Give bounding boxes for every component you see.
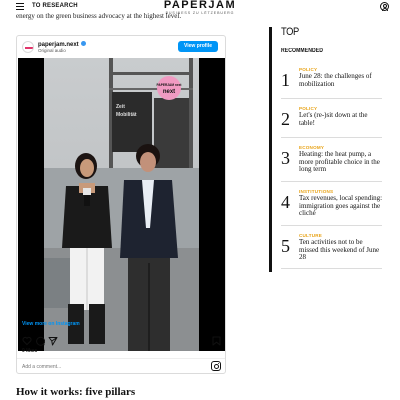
- recommended-item[interactable]: 2 POLICY Let's (re-)sit down at the tabl…: [281, 106, 382, 134]
- recommended-item[interactable]: 3 ECONOMY Heating: the heat pump, a more…: [281, 145, 382, 177]
- instagram-embed: paperjam.next Original audio View profil…: [16, 35, 226, 374]
- section-heading: How it works: five pillars: [16, 386, 136, 398]
- sidebar-subtitle: RECOMMENDED: [281, 48, 324, 54]
- rank-number: 1: [281, 70, 290, 90]
- instagram-logo-icon[interactable]: [211, 361, 221, 371]
- divider: [17, 358, 225, 359]
- divider: [281, 225, 382, 226]
- article-title-link[interactable]: Heating: the heat pump, a more profitabl…: [299, 150, 383, 174]
- view-more-on-instagram-link[interactable]: View more on Instagram: [22, 321, 80, 327]
- sidebar-title: TOP: [281, 26, 299, 38]
- rank-number: 3: [281, 148, 290, 168]
- svg-text:Mobilität: Mobilität: [116, 112, 137, 118]
- bookmark-icon[interactable]: [212, 336, 221, 346]
- divider: [281, 268, 382, 269]
- profile-avatar[interactable]: [22, 41, 34, 53]
- rank-number: 5: [281, 236, 290, 256]
- video-frame: Zeit Mobilität PAPERJAM next next: [44, 58, 199, 351]
- article-title-link[interactable]: Tax revenues, local spending: immigratio…: [299, 194, 383, 218]
- audio-label[interactable]: Original audio: [38, 48, 66, 53]
- badge-top-text: PAPERJAM next: [157, 83, 183, 87]
- top-header: TO RESEARCH PAPERJAM BUSINESS ZU LËTZEBU…: [0, 0, 400, 15]
- post-actions: [22, 336, 222, 346]
- user-account-icon[interactable]: [380, 2, 389, 11]
- recommended-item[interactable]: 4 INSTITUTIONS Tax revenues, local spend…: [281, 189, 382, 221]
- video-scene-image: Zeit Mobilität PAPERJAM next next: [44, 58, 199, 351]
- add-comment-input[interactable]: Add a comment...: [22, 364, 61, 370]
- view-profile-button[interactable]: View profile: [178, 41, 218, 52]
- article-body-text: energy on the green business advocacy at…: [16, 13, 182, 20]
- likes-count[interactable]: 9 likes: [22, 348, 37, 354]
- video-player[interactable]: Zeit Mobilität PAPERJAM next next: [18, 58, 225, 351]
- divider: [281, 137, 382, 138]
- comment-icon[interactable]: [35, 336, 45, 346]
- sidebar-divider: [269, 27, 272, 272]
- logo-wordmark: PAPERJAM: [163, 0, 237, 11]
- share-icon[interactable]: [48, 336, 58, 346]
- heart-icon[interactable]: [22, 336, 32, 346]
- svg-text:next: next: [163, 89, 175, 95]
- recommended-item[interactable]: 1 POLICY June 28: the challenges of mobi…: [281, 67, 382, 95]
- article-title-link[interactable]: Let's (re-)sit down at the table!: [299, 111, 383, 127]
- svg-text:Zeit: Zeit: [116, 104, 125, 110]
- verified-badge-icon: [80, 41, 86, 46]
- divider: [281, 181, 382, 182]
- rank-number: 2: [281, 109, 290, 129]
- article-title-link[interactable]: June 28: the challenges of mobilization: [299, 72, 383, 88]
- recommended-item[interactable]: 5 CULTURE Ten activities not to be misse…: [281, 233, 382, 265]
- divider: [281, 98, 382, 99]
- rank-number: 4: [281, 192, 290, 212]
- article-title-link[interactable]: Ten activities not to be missed this wee…: [299, 238, 383, 262]
- embed-username[interactable]: paperjam.next: [38, 41, 86, 48]
